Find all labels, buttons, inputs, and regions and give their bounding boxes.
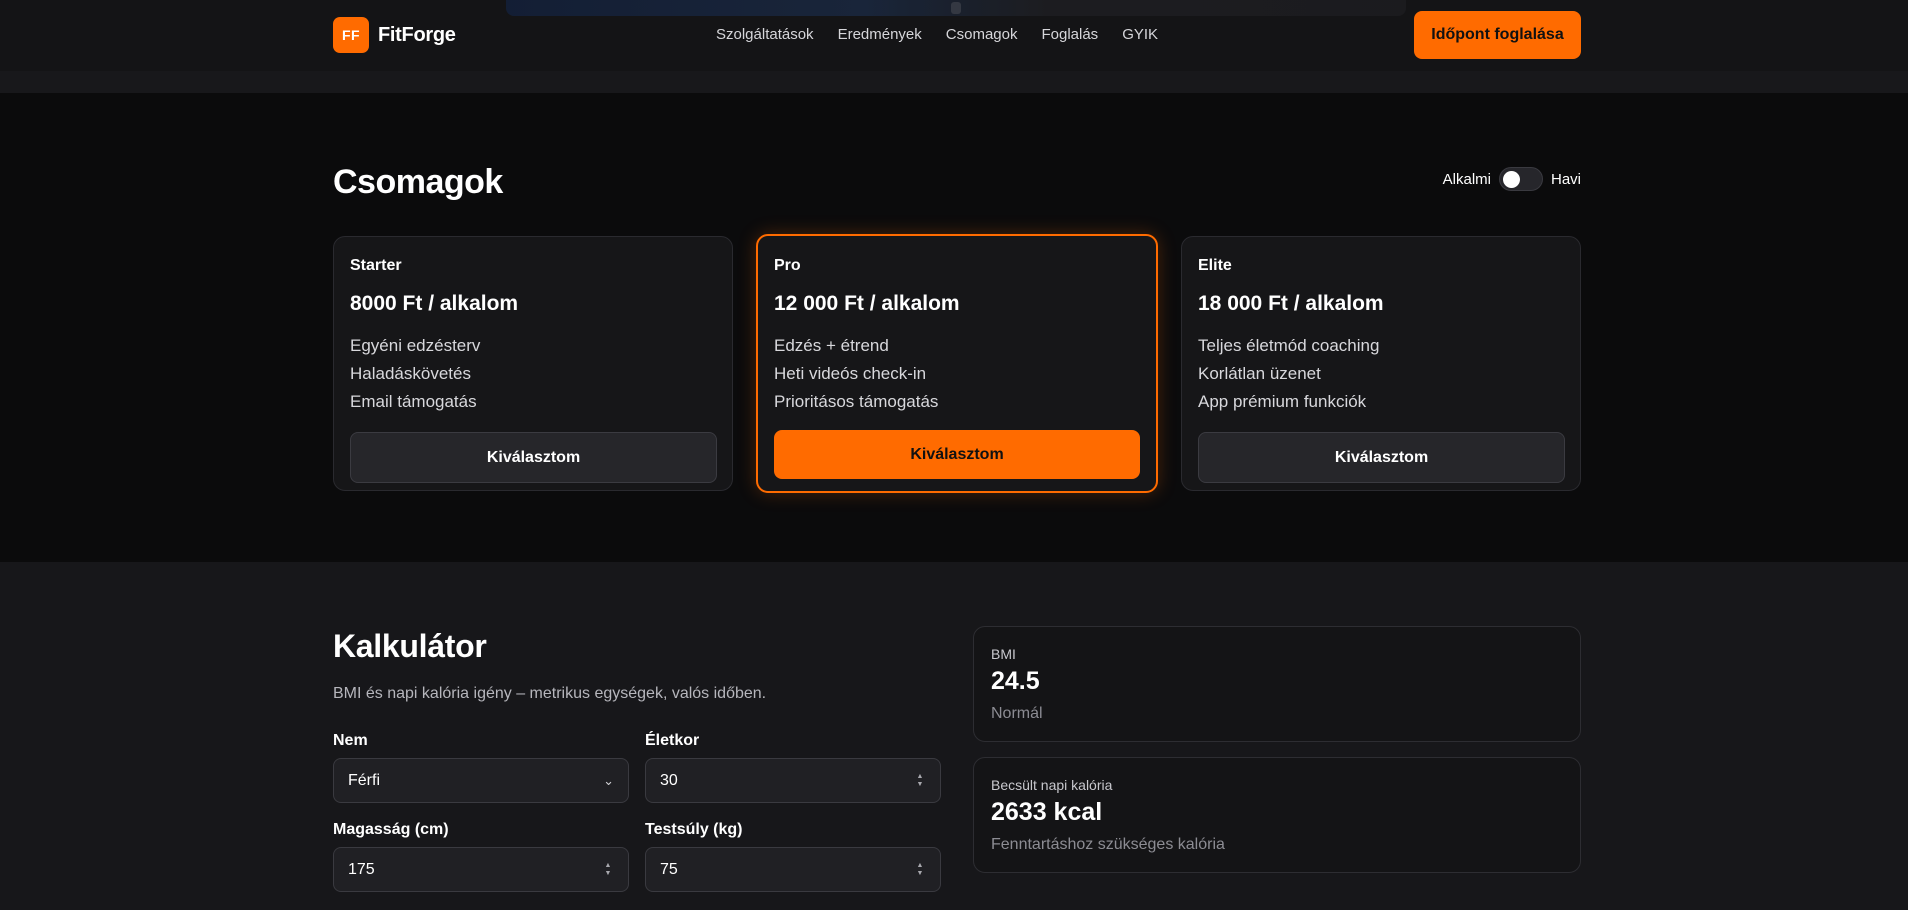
feature-item: Teljes életmód coaching: [1198, 336, 1380, 355]
nav-link-faq[interactable]: GYIK: [1122, 26, 1158, 43]
scrollbar-thumb[interactable]: [951, 2, 961, 14]
book-appointment-button[interactable]: Időpont foglalása: [1414, 11, 1581, 59]
age-input[interactable]: 30 ▲ ▼: [645, 758, 941, 803]
calorie-label: Becsült napi kalória: [991, 777, 1113, 793]
feature-item: App prémium funkciók: [1198, 392, 1367, 411]
package-name: Elite: [1198, 257, 1232, 274]
number-stepper-icon[interactable]: ▲ ▼: [914, 862, 926, 878]
weight-input-value: 75: [660, 860, 678, 878]
select-starter-button[interactable]: Kiválasztom: [350, 432, 717, 483]
sex-select-value: Férfi: [348, 771, 380, 789]
bmi-result-card: BMI 24.5 Normál: [973, 626, 1581, 742]
bmi-category: Normál: [991, 705, 1043, 722]
package-features: Egyéni edzésterv Haladáskövetés Email tá…: [350, 332, 480, 416]
package-card-elite: Elite 18 000 Ft / alkalom Teljes életmód…: [1181, 236, 1581, 491]
toggle-label-monthly: Havi: [1550, 170, 1581, 188]
age-label: Életkor: [645, 732, 700, 749]
package-card-pro: Pro 12 000 Ft / alkalom Edzés + étrend H…: [756, 234, 1158, 493]
sex-label: Nem: [333, 732, 368, 749]
brand-name: FitForge: [378, 23, 456, 46]
feature-item: Edzés + étrend: [774, 336, 889, 355]
package-price: 12 000 Ft / alkalom: [774, 292, 960, 315]
nav-link-packages[interactable]: Csomagok: [946, 26, 1018, 43]
calculator-section: Kalkulátor BMI és napi kalória igény – m…: [0, 562, 1908, 910]
horizontal-scrollbar[interactable]: [506, 0, 1406, 16]
nav-link-results[interactable]: Eredmények: [838, 26, 922, 43]
package-features: Edzés + étrend Heti videós check-in Prio…: [774, 332, 938, 416]
feature-item: Heti videós check-in: [774, 364, 927, 383]
feature-item: Haladáskövetés: [350, 364, 471, 383]
weight-label: Testsúly (kg): [645, 821, 743, 838]
select-elite-button[interactable]: Kiválasztom: [1198, 432, 1565, 483]
number-stepper-icon[interactable]: ▲ ▼: [914, 773, 926, 789]
package-name: Starter: [350, 257, 402, 274]
nav-link-booking[interactable]: Foglalás: [1041, 26, 1098, 43]
billing-toggle-group: Alkalmi Havi: [1443, 167, 1581, 191]
bmi-value: 24.5: [991, 667, 1040, 695]
main-nav: Szolgáltatások Eredmények Csomagok Fogla…: [716, 26, 1158, 43]
package-price: 8000 Ft / alkalom: [350, 292, 519, 315]
package-features: Teljes életmód coaching Korlátlan üzenet…: [1198, 332, 1379, 416]
billing-toggle[interactable]: [1498, 167, 1543, 191]
chevron-down-icon: ⌄: [603, 772, 614, 788]
top-header: FF FitForge Szolgáltatások Eredmények Cs…: [0, 0, 1908, 71]
feature-item: Korlátlan üzenet: [1198, 364, 1321, 383]
age-input-value: 30: [660, 771, 678, 789]
brand[interactable]: FF FitForge: [333, 17, 456, 53]
feature-item: Egyéni edzésterv: [350, 336, 481, 355]
packages-section: Csomagok Alkalmi Havi Starter 8000 Ft / …: [0, 93, 1908, 562]
calculator-title: Kalkulátor: [333, 628, 487, 664]
select-pro-button[interactable]: Kiválasztom: [774, 430, 1140, 479]
weight-input[interactable]: 75 ▲ ▼: [645, 847, 941, 892]
calorie-result-card: Becsült napi kalória 2633 kcal Fenntartá…: [973, 757, 1581, 873]
header-divider-band: [0, 71, 1908, 93]
calorie-note: Fenntartáshoz szükséges kalória: [991, 836, 1225, 853]
toggle-label-occasional: Alkalmi: [1442, 170, 1491, 188]
nav-link-services[interactable]: Szolgáltatások: [716, 26, 814, 43]
number-stepper-icon[interactable]: ▲ ▼: [602, 862, 614, 878]
package-name: Pro: [774, 257, 801, 274]
toggle-knob: [1502, 171, 1520, 188]
feature-item: Email támogatás: [350, 392, 477, 411]
feature-item: Prioritásos támogatás: [774, 392, 939, 411]
height-label: Magasság (cm): [333, 821, 449, 838]
calculator-subtitle: BMI és napi kalória igény – metrikus egy…: [333, 685, 767, 702]
packages-title: Csomagok: [333, 163, 503, 201]
calorie-value: 2633 kcal: [991, 798, 1103, 826]
package-price: 18 000 Ft / alkalom: [1198, 292, 1384, 315]
height-input[interactable]: 175 ▲ ▼: [333, 847, 629, 892]
height-input-value: 175: [348, 860, 375, 878]
brand-logo: FF: [333, 17, 369, 53]
sex-select[interactable]: Férfi ⌄: [333, 758, 629, 803]
package-card-starter: Starter 8000 Ft / alkalom Egyéni edzéste…: [333, 236, 733, 491]
bmi-label: BMI: [991, 646, 1016, 662]
